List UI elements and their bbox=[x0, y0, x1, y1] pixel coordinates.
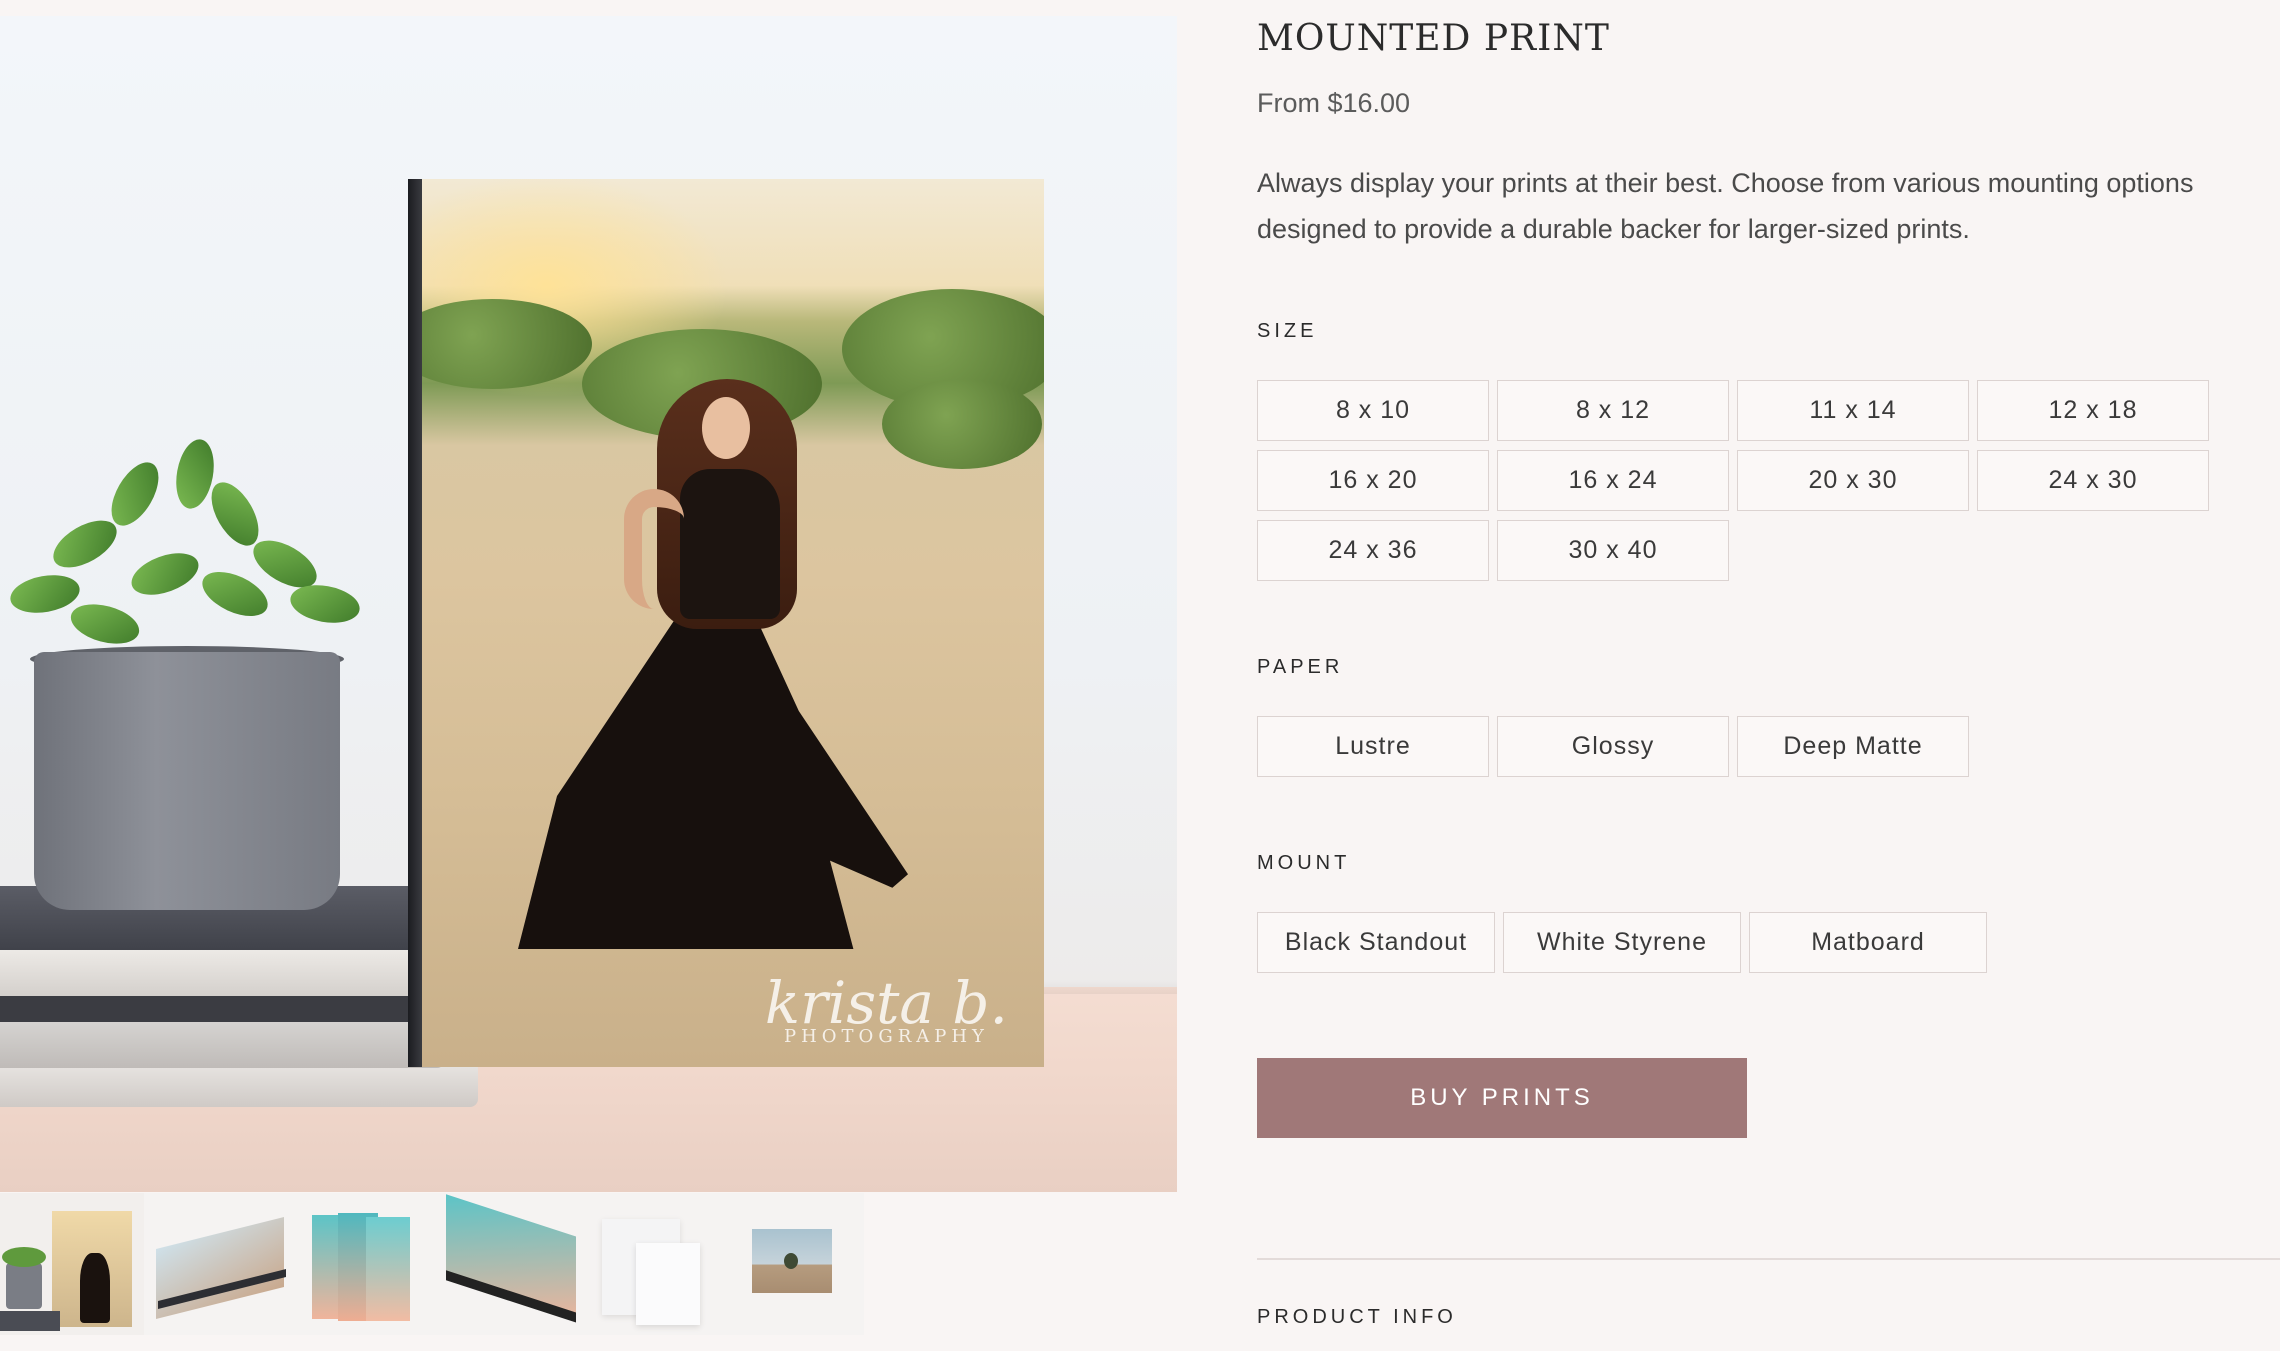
divider bbox=[1257, 1258, 2280, 1260]
book bbox=[0, 994, 460, 1022]
mount-label: MOUNT bbox=[1257, 852, 1351, 874]
thumbnail-5[interactable] bbox=[576, 1193, 720, 1335]
thumbnail-3[interactable] bbox=[288, 1193, 432, 1335]
size-option[interactable]: 30 x 40 bbox=[1497, 520, 1729, 581]
paper-option[interactable]: Deep Matte bbox=[1737, 716, 1969, 777]
product-info-toggle[interactable]: PRODUCT INFO bbox=[1257, 1306, 1457, 1329]
size-option[interactable]: 16 x 20 bbox=[1257, 450, 1489, 511]
product-price: From $16.00 bbox=[1257, 88, 1411, 118]
product-title: MOUNTED PRINT bbox=[1257, 18, 1610, 59]
size-option[interactable]: 12 x 18 bbox=[1977, 380, 2209, 441]
mount-option[interactable]: Matboard bbox=[1749, 912, 1987, 973]
portrait-photo: krista b. PHOTOGRAPHY bbox=[422, 179, 1044, 1067]
thumbnail-6[interactable] bbox=[720, 1193, 864, 1335]
size-label: SIZE bbox=[1257, 320, 1318, 342]
main-product-image[interactable]: krista b. PHOTOGRAPHY bbox=[0, 16, 1177, 1192]
size-option[interactable]: 11 x 14 bbox=[1737, 380, 1969, 441]
mount-options: Black Standout White Styrene Matboard bbox=[1257, 912, 1987, 973]
mount-option[interactable]: Black Standout bbox=[1257, 912, 1495, 973]
plant-leaves bbox=[7, 436, 370, 666]
product-description: Always display your prints at their best… bbox=[1257, 168, 2194, 244]
size-option[interactable]: 24 x 30 bbox=[1977, 450, 2209, 511]
size-options: 8 x 10 8 x 12 11 x 14 12 x 18 16 x 20 16… bbox=[1257, 380, 2209, 581]
paper-options: Lustre Glossy Deep Matte bbox=[1257, 716, 2209, 777]
mounted-print-photo: krista b. PHOTOGRAPHY bbox=[408, 179, 1044, 1067]
size-option[interactable]: 16 x 24 bbox=[1497, 450, 1729, 511]
paper-option[interactable]: Glossy bbox=[1497, 716, 1729, 777]
thumbnail-2[interactable] bbox=[144, 1193, 288, 1335]
size-option[interactable]: 20 x 30 bbox=[1737, 450, 1969, 511]
thumbnail-1[interactable] bbox=[0, 1193, 144, 1335]
mount-option[interactable]: White Styrene bbox=[1503, 912, 1741, 973]
paper-option[interactable]: Lustre bbox=[1257, 716, 1489, 777]
buy-prints-button[interactable]: BUY PRINTS bbox=[1257, 1058, 1747, 1138]
paper-label: PAPER bbox=[1257, 656, 1344, 678]
size-option[interactable]: 8 x 12 bbox=[1497, 380, 1729, 441]
book bbox=[0, 1016, 445, 1068]
size-option[interactable]: 24 x 36 bbox=[1257, 520, 1489, 581]
thumbnail-4[interactable] bbox=[432, 1193, 576, 1335]
plant-pot bbox=[34, 652, 340, 910]
print-board-edge bbox=[408, 179, 422, 1067]
photographer-watermark: krista b. PHOTOGRAPHY bbox=[764, 968, 1008, 1047]
thumbnail-strip bbox=[0, 1193, 1177, 1335]
size-option[interactable]: 8 x 10 bbox=[1257, 380, 1489, 441]
